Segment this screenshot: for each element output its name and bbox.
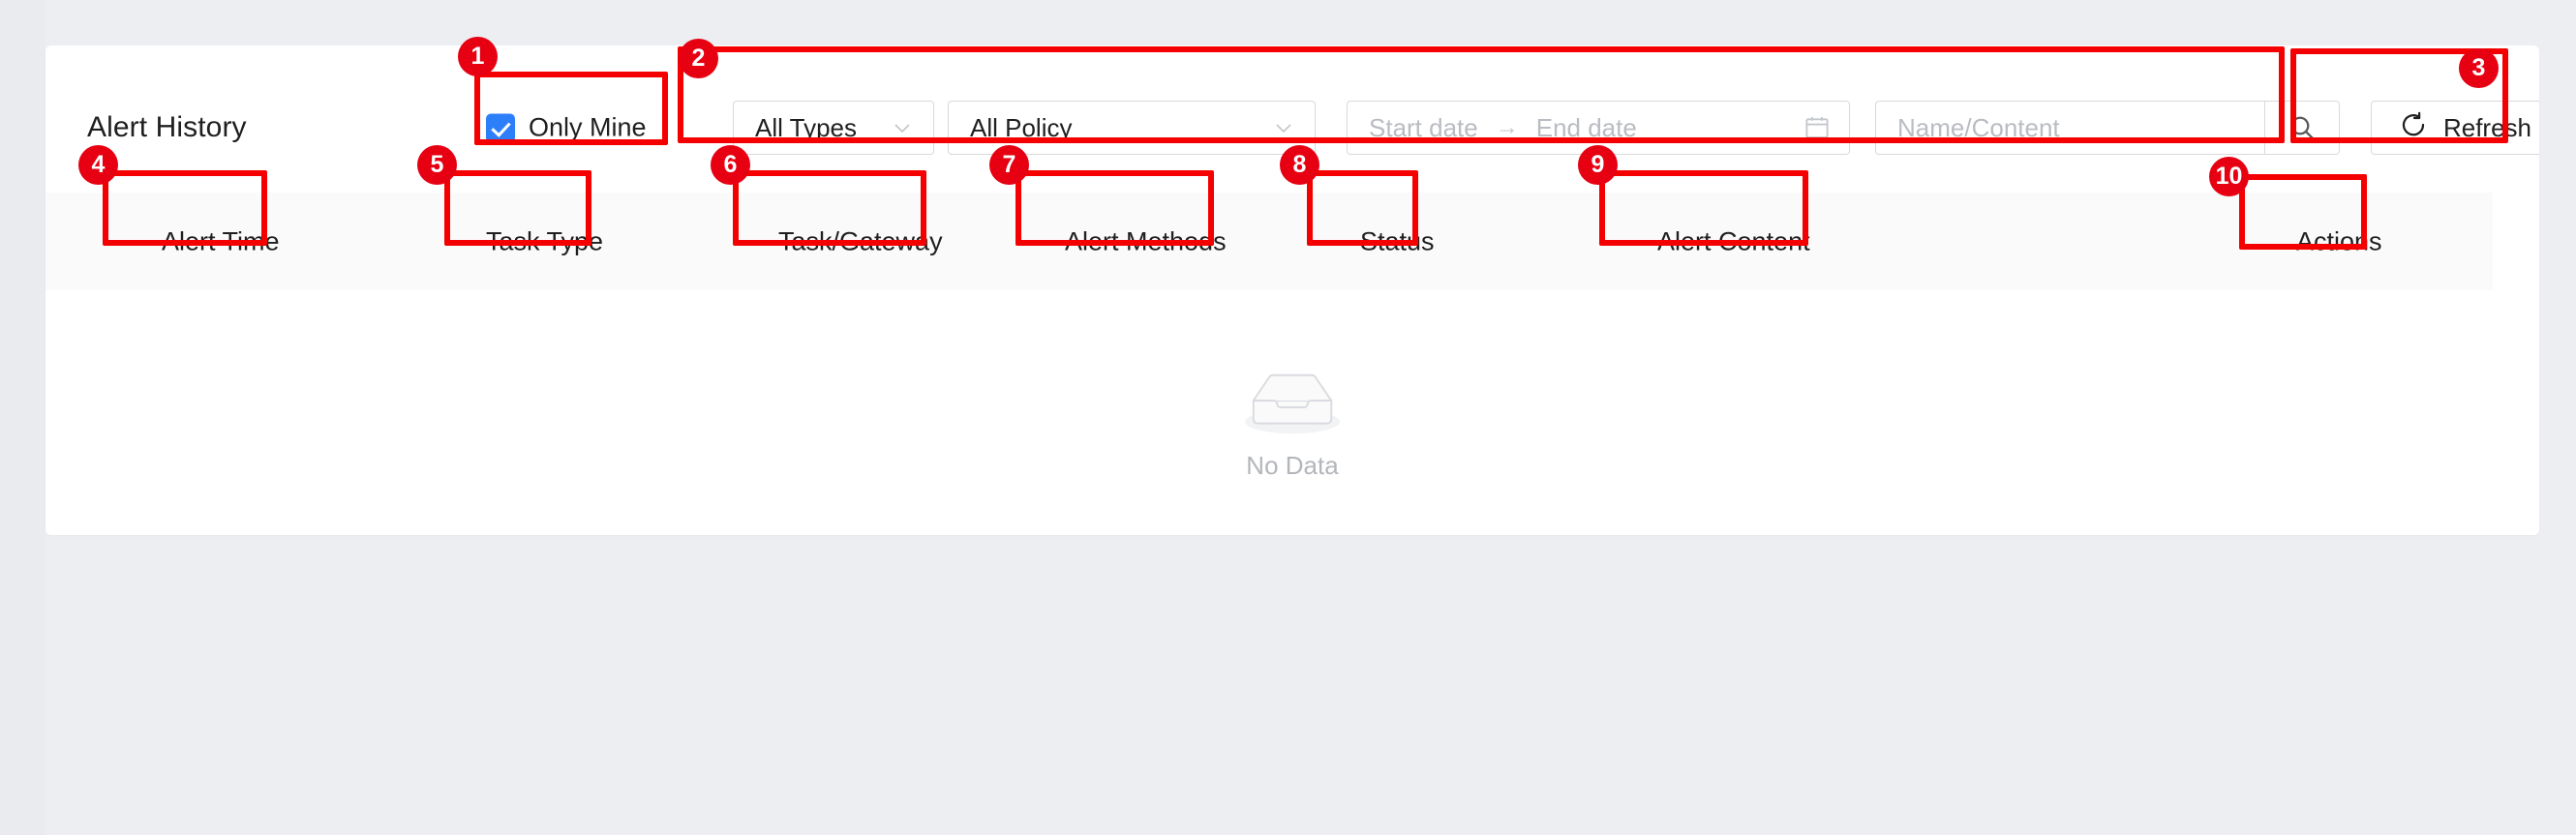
search-icon[interactable] <box>2264 102 2339 154</box>
checkbox-checked-icon[interactable] <box>486 113 515 142</box>
table-body: No Data <box>45 290 2539 535</box>
column-header-status[interactable]: Status <box>1360 226 1435 256</box>
column-header-task-gateway[interactable]: Task/Gateway <box>778 226 943 256</box>
column-header-alert-methods[interactable]: Alert Methods <box>1065 226 1227 256</box>
page-left-strip <box>0 0 45 835</box>
chevron-down-icon <box>891 116 914 139</box>
column-header-actions[interactable]: Actions <box>2296 226 2382 256</box>
page-title: Alert History <box>87 111 247 143</box>
date-range-picker[interactable]: Start date → End date <box>1347 101 1850 155</box>
alert-history-card: Alert History Only Mine All Types All Po… <box>45 45 2539 535</box>
empty-state-text: No Data <box>1246 451 1339 480</box>
card-header: Alert History Only Mine All Types All Po… <box>45 45 2539 193</box>
only-mine-label: Only Mine <box>529 112 647 142</box>
refresh-label: Refresh <box>2442 112 2532 142</box>
search-input-group[interactable]: Name/Content <box>1875 101 2340 155</box>
policy-select[interactable]: All Policy <box>948 101 1316 155</box>
column-header-task-type[interactable]: Task Type <box>486 226 603 256</box>
column-header-alert-time[interactable]: Alert Time <box>162 226 280 256</box>
empty-box-icon <box>1238 358 1347 443</box>
column-header-alert-content[interactable]: Alert Content <box>1657 226 1810 256</box>
end-date-input[interactable]: End date <box>1536 113 1637 143</box>
policy-select-value: All Policy <box>970 112 1073 142</box>
table-header-row: Alert Time Task Type Task/Gateway Alert … <box>45 193 2493 291</box>
calendar-icon <box>1803 113 1832 142</box>
only-mine-checkbox[interactable]: Only Mine <box>486 113 647 143</box>
chevron-down-icon <box>1272 116 1295 139</box>
start-date-input[interactable]: Start date <box>1348 113 1478 143</box>
date-range-arrow-icon: → <box>1495 114 1519 140</box>
type-select-value: All Types <box>755 112 858 142</box>
search-input[interactable]: Name/Content <box>1876 113 2264 143</box>
refresh-button[interactable]: Refresh <box>2371 101 2539 155</box>
refresh-icon <box>2399 110 2428 146</box>
empty-state: No Data <box>45 358 2539 481</box>
type-select[interactable]: All Types <box>733 101 934 155</box>
